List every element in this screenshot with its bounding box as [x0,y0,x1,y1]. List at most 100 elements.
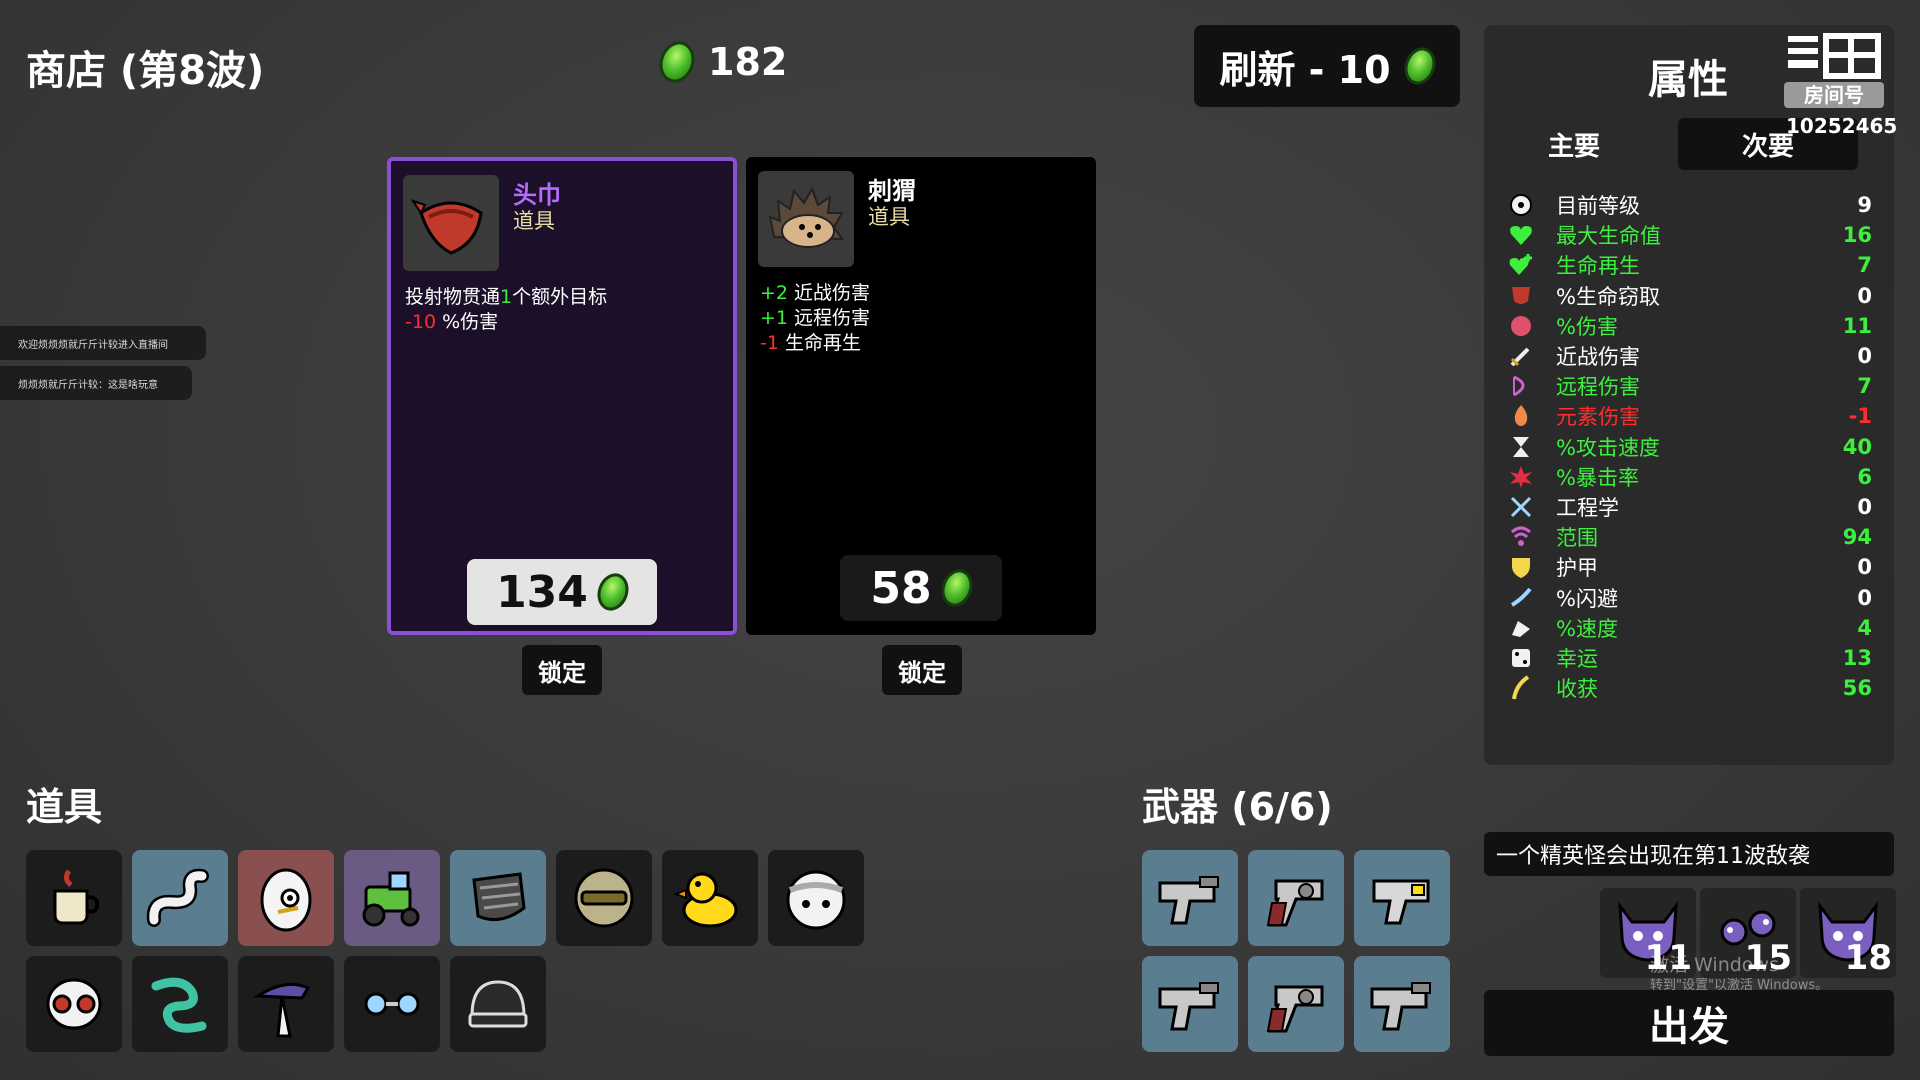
shop-item-card[interactable]: 头巾 道具 投射物贯通1个额外目标 -10 %伤害 134 [387,157,737,635]
stat-label: 收获 [1556,677,1598,702]
wizard-hat-icon[interactable] [238,956,334,1052]
stat-row[interactable]: 远程伤害 7 [1506,371,1872,401]
material-gem-icon [653,36,701,88]
stat-label: 最大生命值 [1556,224,1661,249]
beanie-icon[interactable] [450,956,546,1052]
smg-icon[interactable] [1354,956,1450,1052]
skull-mask-icon[interactable] [26,956,122,1052]
stat-row[interactable]: %速度 4 [1506,613,1872,643]
stat-row[interactable]: 生命再生 7 [1506,250,1872,280]
cloth-icon[interactable] [450,850,546,946]
dodge-icon [1506,585,1536,611]
stat-value: 0 [1857,585,1872,610]
buy-button[interactable]: 58 [840,555,1002,621]
stat-row[interactable]: 范围 94 [1506,522,1872,552]
stat-row[interactable]: 工程学 0 [1506,492,1872,522]
stat-row[interactable]: 收获 56 [1506,673,1872,703]
duck-icon[interactable] [662,850,758,946]
weapons-title: 武器 (6/6) [1142,785,1333,829]
hedgehog-icon [758,171,854,267]
stat-label: %攻击速度 [1556,435,1660,460]
laser-gun-icon[interactable] [1354,850,1450,946]
item-type: 道具 [868,205,910,229]
stat-value: 94 [1842,525,1872,550]
stat-row[interactable]: 目前等级 9 [1506,190,1872,220]
stat-value: 0 [1857,283,1872,308]
stat-row[interactable]: 近战伤害 0 [1506,341,1872,371]
materials-value: 182 [708,40,788,84]
stat-label: 目前等级 [1556,194,1640,218]
stat-value: 16 [1842,223,1872,248]
stat-value: 13 [1842,646,1872,670]
hourglass-icon [1506,434,1536,460]
smg-icon[interactable] [1142,850,1238,946]
buy-button[interactable]: 134 [467,559,657,625]
material-gem-icon [1398,43,1441,89]
wave-enemy: 18 [1800,888,1896,978]
stat-value: 6 [1857,464,1872,489]
muscle-icon [1506,313,1536,339]
stat-row[interactable]: 元素伤害 -1 [1506,401,1872,431]
stat-label: 元素伤害 [1556,405,1640,430]
tentacle-icon[interactable] [132,956,228,1052]
stat-label: 护甲 [1556,556,1598,581]
smg-icon[interactable] [1142,956,1238,1052]
stat-label: %生命窃取 [1556,284,1660,309]
stat-label: 近战伤害 [1556,345,1640,369]
lock-button[interactable]: 锁定 [522,645,602,695]
stat-row[interactable]: %攻击速度 40 [1506,432,1872,462]
egg-eye-icon[interactable] [238,850,334,946]
stat-value: 9 [1857,193,1872,217]
stat-label: %暴击率 [1556,465,1639,490]
go-button[interactable]: 出发 [1484,990,1894,1056]
stat-row[interactable]: %暴击率 6 [1506,462,1872,492]
stat-row[interactable]: 护甲 0 [1506,552,1872,582]
stat-value: 4 [1857,615,1872,640]
stat-value: 0 [1857,344,1872,368]
material-gem-icon [936,565,978,611]
stat-row[interactable]: 最大生命值 16 [1506,220,1872,250]
stat-label: 远程伤害 [1556,375,1640,400]
effect-line: +2 近战伤害 [760,282,871,304]
dice-icon [1506,645,1536,671]
lock-button[interactable]: 锁定 [882,645,962,695]
worm-icon[interactable] [132,850,228,946]
regen-heart-icon [1506,252,1536,278]
tractor-icon[interactable] [344,850,440,946]
item-effects: 投射物贯通1个额外目标 -10 %伤害 [405,285,607,335]
stat-row[interactable]: 幸运 13 [1506,643,1872,673]
stat-row[interactable]: %生命窃取 0 [1506,281,1872,311]
coffee-cup-icon[interactable] [26,850,122,946]
revolver-icon[interactable] [1248,956,1344,1052]
price-value: 58 [870,562,932,614]
effect-line: 投射物贯通1个额外目标 [405,286,608,308]
helmet-icon[interactable] [556,850,652,946]
bandage-head-icon[interactable] [768,850,864,946]
stat-label: %闪避 [1556,586,1618,611]
reroll-button[interactable]: 刷新 - 10 [1194,25,1460,107]
chat-message: 欢迎烦烦烦就斤斤计较进入直播间 [0,326,206,360]
effect-line: +1 远程伤害 [760,307,871,329]
heart-icon [1506,222,1536,248]
stat-row[interactable]: %伤害 11 [1506,311,1872,341]
chat-text: 欢迎烦烦烦就斤斤计较进入直播间 [18,339,168,351]
tab-primary[interactable]: 主要 [1484,118,1664,170]
stats-title: 属性 [1648,57,1728,103]
shop-item-card[interactable]: 刺猬 道具 +2 近战伤害 +1 远程伤害 -1 生命再生 58 [746,157,1096,635]
harvest-icon [1506,675,1536,701]
stat-label: 工程学 [1556,496,1619,520]
stat-value: 11 [1842,313,1872,338]
stat-label: 生命再生 [1556,254,1640,279]
stat-row[interactable]: %闪避 0 [1506,583,1872,613]
stat-value: -1 [1848,404,1872,429]
bow-icon [1506,373,1536,399]
effect-line: -10 %伤害 [405,311,499,333]
glasses-icon[interactable] [344,956,440,1052]
item-type: 道具 [513,209,555,233]
windows-watermark: 激活 Windows [1650,954,1779,976]
sword-icon [1506,343,1536,369]
level-icon [1506,192,1536,218]
wave-number: 18 [1844,938,1892,978]
revolver-icon[interactable] [1248,850,1344,946]
stat-label: 幸运 [1556,647,1598,671]
